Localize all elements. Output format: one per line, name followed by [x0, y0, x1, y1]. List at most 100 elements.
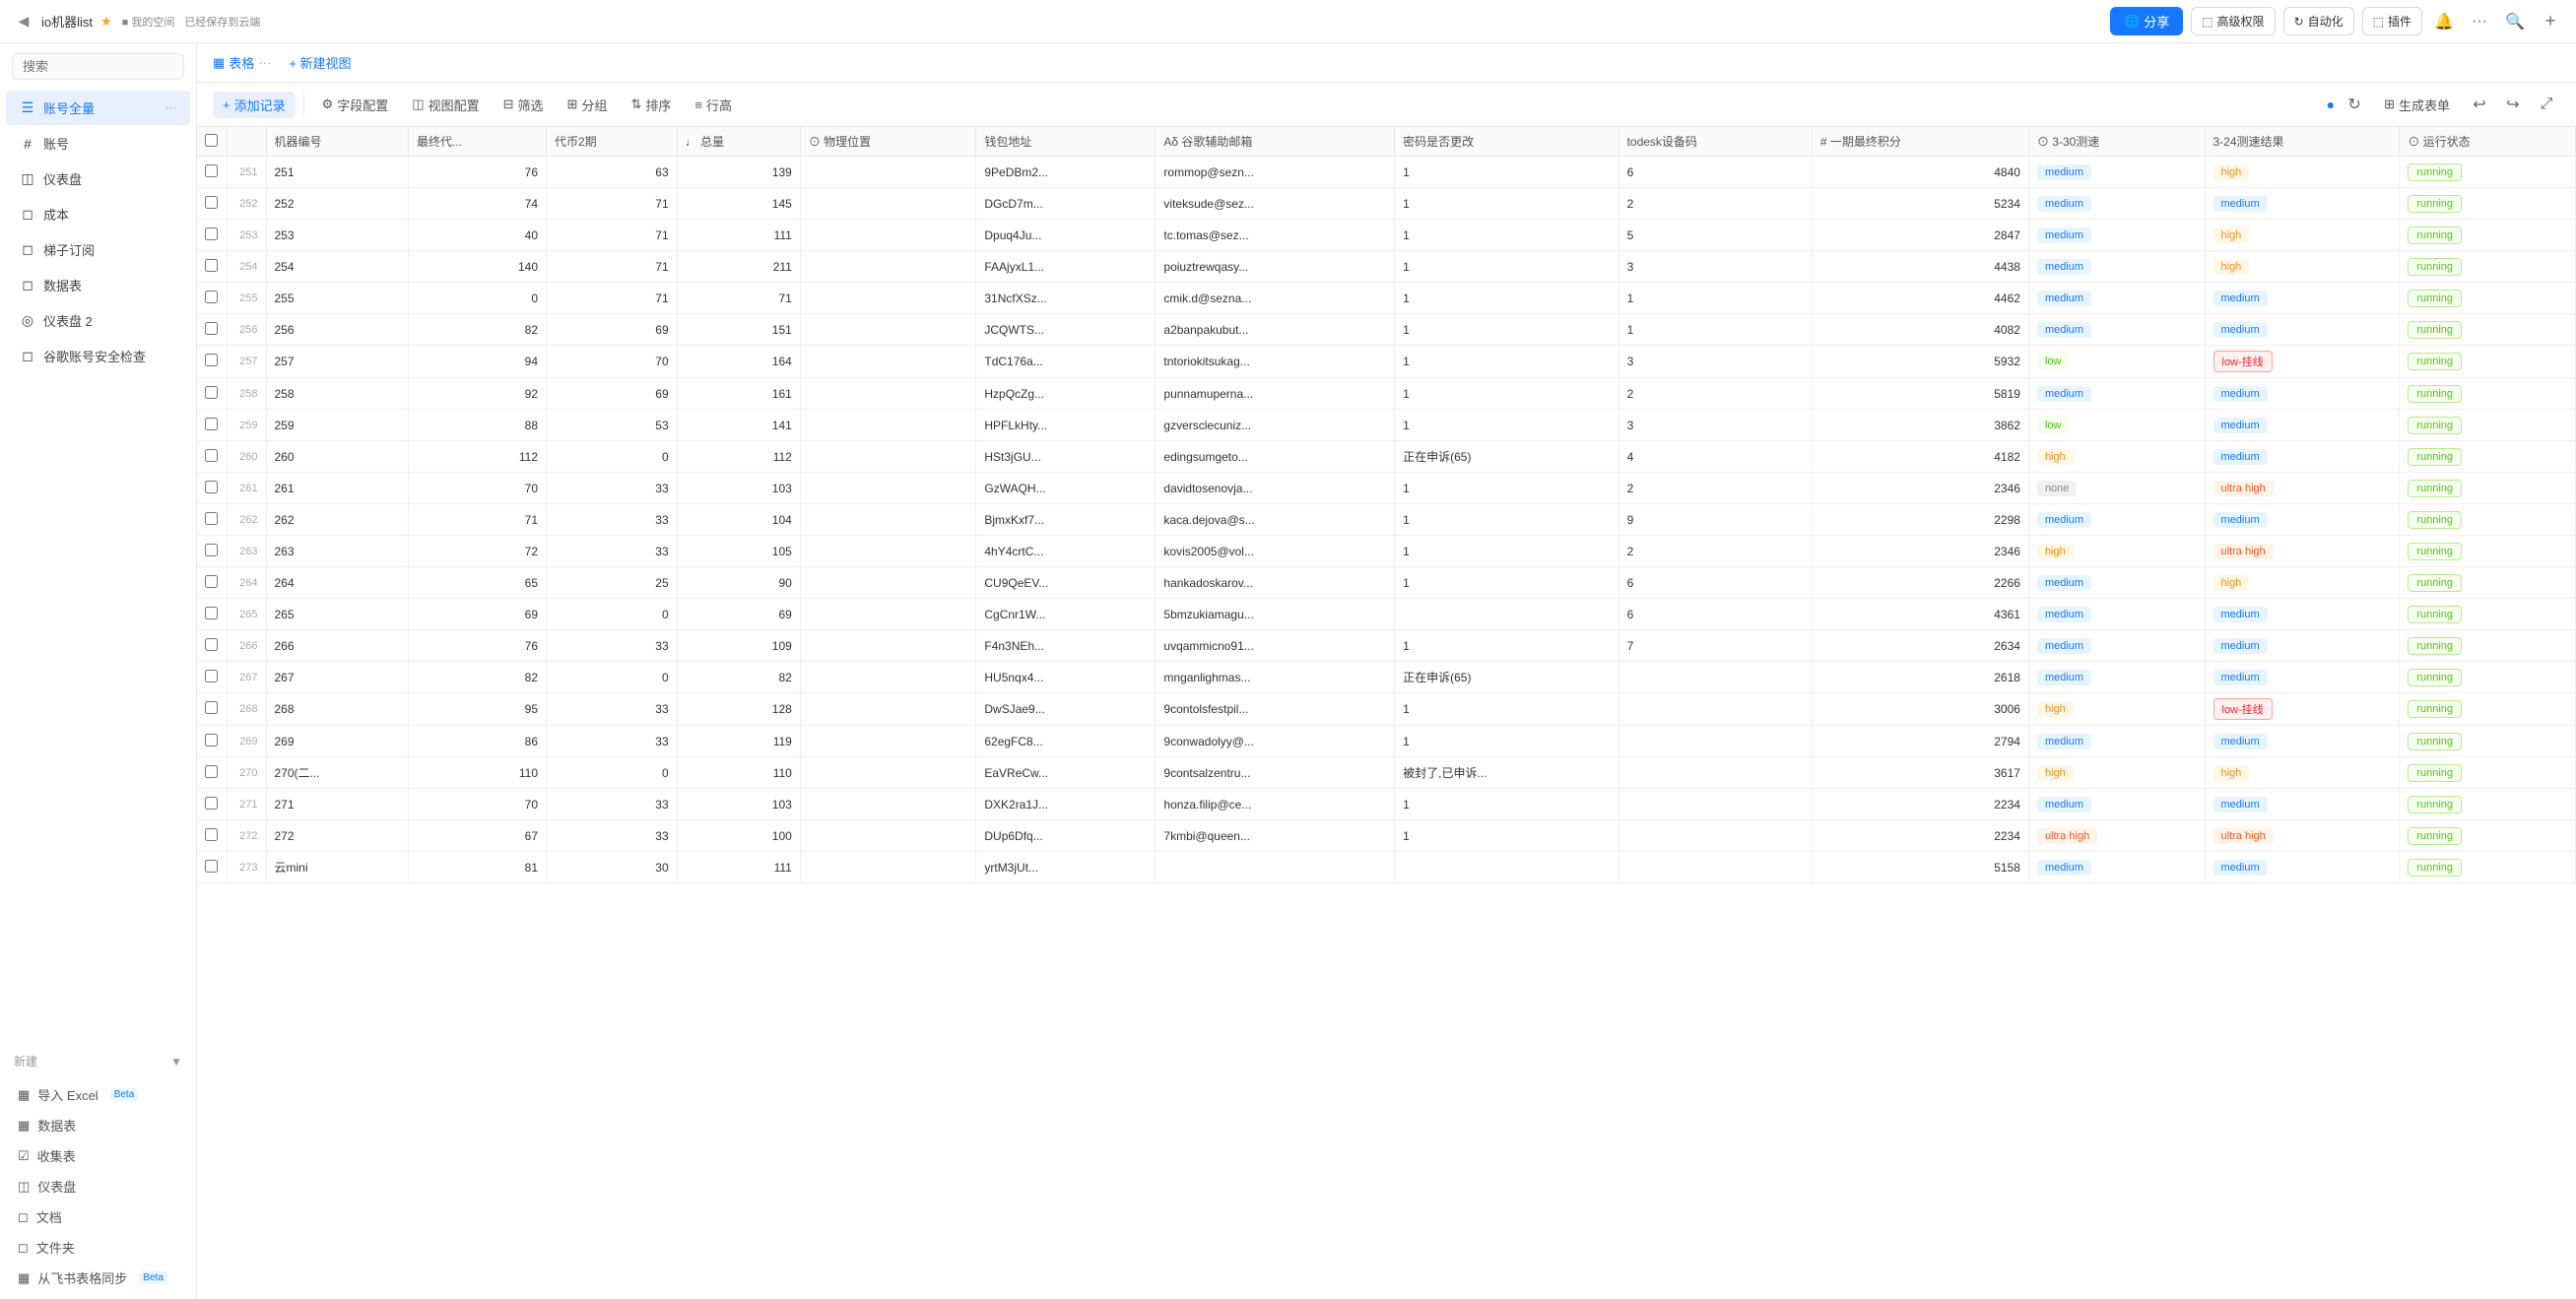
row-checkbox[interactable]: [205, 449, 218, 462]
col-token[interactable]: 代币2期: [547, 127, 678, 157]
col-todesk[interactable]: todesk设备码: [1618, 127, 1812, 157]
checkbox-cell[interactable]: [197, 852, 227, 883]
col-status[interactable]: ⊙ 运行状态: [2400, 127, 2576, 157]
star-icon[interactable]: ★: [100, 14, 112, 30]
new-item-form[interactable]: ☑ 收集表: [14, 1140, 182, 1171]
row-checkbox[interactable]: [205, 322, 218, 335]
row-checkbox[interactable]: [205, 670, 218, 682]
group-button[interactable]: ⊞ 分组: [558, 92, 618, 118]
table-tab-more[interactable]: ···: [258, 55, 271, 70]
col-result[interactable]: 3-24测速结果: [2205, 127, 2400, 157]
advanced-button[interactable]: ⬚ 高级权限: [2191, 7, 2275, 35]
row-height-button[interactable]: ≡ 行高: [685, 92, 742, 118]
sidebar-item-account-all[interactable]: ☰ 账号全量 ···: [6, 91, 190, 125]
row-checkbox[interactable]: [205, 575, 218, 588]
checkbox-cell[interactable]: [197, 693, 227, 726]
col-check[interactable]: [197, 127, 227, 157]
expand-icon[interactable]: ⤢: [2533, 91, 2560, 118]
col-speed[interactable]: ⊙ 3-30测速: [2028, 127, 2205, 157]
field-config-button[interactable]: ⚙ 字段配置: [312, 92, 399, 118]
checkbox-cell[interactable]: [197, 726, 227, 757]
new-item-doc[interactable]: ◻ 文档: [14, 1202, 182, 1232]
checkbox-cell[interactable]: [197, 536, 227, 567]
row-checkbox[interactable]: [205, 291, 218, 303]
row-checkbox[interactable]: [205, 797, 218, 810]
checkbox-cell[interactable]: [197, 378, 227, 410]
undo-icon[interactable]: ↩: [2466, 91, 2493, 118]
row-checkbox[interactable]: [205, 765, 218, 778]
checkbox-cell[interactable]: [197, 630, 227, 662]
row-checkbox[interactable]: [205, 481, 218, 493]
row-checkbox[interactable]: [205, 418, 218, 430]
add-record-button[interactable]: + 添加记录: [213, 92, 296, 118]
sidebar-item-account[interactable]: # 账号: [6, 126, 190, 161]
sidebar-item-dashboard2[interactable]: ◎ 仪表盘 2: [6, 303, 190, 338]
row-checkbox[interactable]: [205, 196, 218, 209]
row-checkbox[interactable]: [205, 860, 218, 873]
checkbox-cell[interactable]: [197, 220, 227, 251]
row-checkbox[interactable]: [205, 164, 218, 177]
row-checkbox[interactable]: [205, 828, 218, 841]
checkbox-cell[interactable]: [197, 599, 227, 630]
col-wallet[interactable]: 钱包地址: [976, 127, 1156, 157]
col-score[interactable]: # 一期最终积分: [1812, 127, 2028, 157]
new-view-button[interactable]: + 新建视图: [279, 49, 361, 76]
col-password[interactable]: 密码是否更改: [1395, 127, 1618, 157]
checkbox-cell[interactable]: [197, 283, 227, 314]
sidebar-item-dashboard[interactable]: ◫ 仪表盘: [6, 162, 190, 196]
auto-button[interactable]: ↻ 自动化: [2283, 7, 2354, 35]
col-total[interactable]: ♩ 总量: [677, 127, 800, 157]
plus-icon[interactable]: +: [2537, 8, 2564, 35]
new-item-feishu-sync[interactable]: ▦ 从飞书表格同步 Beta: [14, 1263, 182, 1293]
col-email[interactable]: Aδ 谷歌辅助邮箱: [1156, 127, 1395, 157]
sidebar-item-cost[interactable]: ◻ 成本: [6, 197, 190, 231]
more-icon[interactable]: ···: [2466, 8, 2493, 35]
row-checkbox[interactable]: [205, 607, 218, 619]
sidebar-item-more[interactable]: ···: [165, 102, 176, 114]
share-button[interactable]: 🌐 分享: [2110, 7, 2183, 35]
row-checkbox[interactable]: [205, 734, 218, 747]
checkbox-cell[interactable]: [197, 346, 227, 378]
row-checkbox[interactable]: [205, 544, 218, 556]
checkbox-cell[interactable]: [197, 251, 227, 283]
checkbox-cell[interactable]: [197, 441, 227, 473]
col-machine[interactable]: 机器编号: [266, 127, 408, 157]
new-item-datatable[interactable]: ▦ 数据表: [14, 1110, 182, 1140]
sidebar-item-google-check[interactable]: ◻ 谷歌账号安全检查: [6, 339, 190, 373]
bell-icon[interactable]: 🔔: [2430, 8, 2458, 35]
row-checkbox[interactable]: [205, 386, 218, 399]
checkbox-cell[interactable]: [197, 188, 227, 220]
new-section-chevron[interactable]: ▼: [170, 1055, 182, 1069]
status-indicator[interactable]: ●: [2327, 97, 2335, 112]
new-item-import-excel[interactable]: ▦ 导入 Excel Beta: [14, 1079, 182, 1110]
checkbox-cell[interactable]: [197, 410, 227, 441]
checkbox-cell[interactable]: [197, 789, 227, 820]
table-view-tab[interactable]: ▦ 表格 ···: [213, 53, 271, 72]
new-item-folder[interactable]: ◻ 文件夹: [14, 1232, 182, 1263]
row-checkbox[interactable]: [205, 227, 218, 240]
generate-form-button[interactable]: ⊞ 生成表单: [2374, 92, 2460, 118]
checkbox-cell[interactable]: [197, 662, 227, 693]
sidebar-item-ladder[interactable]: ◻ 梯子订阅: [6, 232, 190, 267]
checkbox-cell[interactable]: [197, 820, 227, 852]
checkbox-cell[interactable]: [197, 314, 227, 346]
row-checkbox[interactable]: [205, 354, 218, 366]
refresh-icon[interactable]: ↻: [2341, 91, 2368, 118]
row-checkbox[interactable]: [205, 259, 218, 272]
checkbox-cell[interactable]: [197, 757, 227, 789]
filter-button[interactable]: ⊟ 筛选: [494, 92, 554, 118]
plugin-button[interactable]: ⬚ 插件: [2362, 7, 2422, 35]
col-latest[interactable]: 最终代...: [408, 127, 546, 157]
search-input[interactable]: [12, 53, 184, 80]
search-icon[interactable]: 🔍: [2501, 8, 2529, 35]
row-checkbox[interactable]: [205, 512, 218, 525]
row-checkbox[interactable]: [205, 701, 218, 714]
new-item-dashboard[interactable]: ◫ 仪表盘: [14, 1171, 182, 1202]
select-all-checkbox[interactable]: [205, 134, 218, 147]
view-config-button[interactable]: ◫ 视图配置: [402, 92, 489, 118]
row-checkbox[interactable]: [205, 638, 218, 651]
col-location[interactable]: ⊙ 物理位置: [800, 127, 976, 157]
checkbox-cell[interactable]: [197, 473, 227, 504]
back-button[interactable]: ◀: [12, 10, 35, 33]
checkbox-cell[interactable]: [197, 504, 227, 536]
